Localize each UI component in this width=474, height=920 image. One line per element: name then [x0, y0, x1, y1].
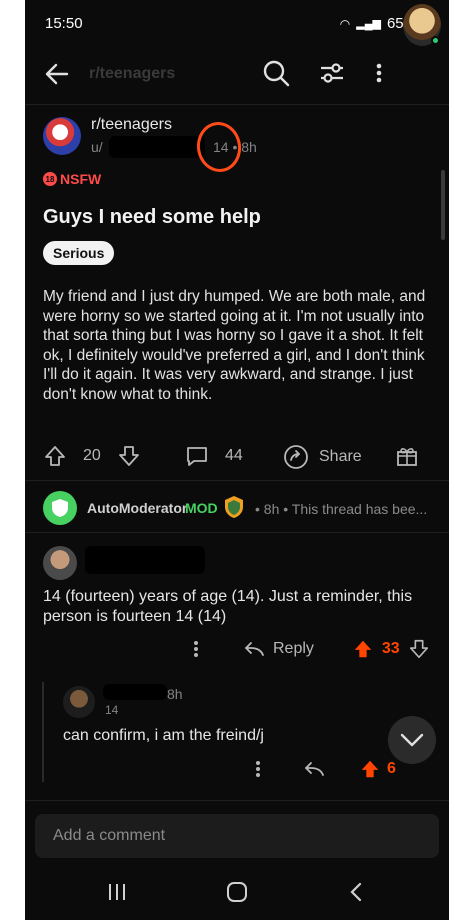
- automod-name: AutoModerator: [87, 500, 188, 516]
- subreddit-avatar[interactable]: [43, 117, 81, 155]
- back-arrow-icon[interactable]: [41, 58, 73, 90]
- reply-label: Reply: [273, 640, 314, 657]
- nsfw-icon: 18: [43, 172, 57, 186]
- comment-score: 33: [381, 640, 400, 657]
- post-action-bar: 20 44 Share: [25, 438, 449, 472]
- red-circle-annotation: [193, 119, 245, 175]
- automod-comment-row[interactable]: AutoModerator MOD • 8h • This thread has…: [25, 488, 449, 528]
- back-nav-icon[interactable]: [345, 880, 369, 904]
- reply-reply-icon[interactable]: [303, 759, 325, 779]
- post-subreddit[interactable]: r/teenagers: [91, 116, 172, 134]
- reply-actions: 6: [255, 758, 396, 780]
- reply-text: can confirm, i am the freind/j: [63, 727, 264, 744]
- reply-author-age: 14: [105, 703, 119, 717]
- collapse-thread-button[interactable]: [388, 716, 436, 764]
- comment-more-icon[interactable]: [193, 639, 209, 659]
- vote-group: 20: [43, 444, 141, 468]
- automod-divider: [25, 532, 449, 533]
- signal-icon: ▂▄▆: [356, 18, 381, 30]
- header-subreddit: r/teenagers: [89, 65, 176, 82]
- comment-bubble-icon: [185, 444, 209, 468]
- more-options-icon[interactable]: [369, 58, 389, 88]
- upvote-arrow-icon[interactable]: [43, 444, 67, 468]
- automod-meta: • 8h • This thread has bee...: [255, 501, 428, 517]
- comment-count: 44: [225, 447, 243, 464]
- comment-text: 14 (fourteen) years of age (14). Just a …: [43, 588, 413, 625]
- search-icon[interactable]: [261, 58, 291, 88]
- comments-button[interactable]: 44: [185, 444, 243, 468]
- home-icon[interactable]: [225, 880, 249, 904]
- reply-score: 6: [387, 760, 396, 777]
- reply-upvote-icon[interactable]: [359, 758, 381, 780]
- comment-actions: Reply 33: [193, 638, 430, 660]
- app-screen: 15:50 ◠ ▂▄▆ 65% r/teenagers r/teenagers …: [25, 0, 449, 920]
- gift-icon: [395, 444, 419, 468]
- recent-apps-icon[interactable]: [105, 880, 129, 904]
- status-time: 15:50: [45, 15, 83, 32]
- comment-downvote-icon[interactable]: [408, 638, 430, 660]
- redaction-mark: [103, 684, 167, 700]
- scrollbar[interactable]: [441, 170, 445, 240]
- post-age: 8h: [241, 139, 257, 155]
- wifi-icon: ◠: [339, 16, 351, 31]
- reply-age: 8h: [167, 686, 183, 702]
- top-nav: r/teenagers: [25, 46, 449, 102]
- mod-badge-icon: [223, 495, 245, 519]
- input-divider: [25, 800, 449, 801]
- comment-author-avatar[interactable]: [43, 546, 77, 580]
- nsfw-label: NSFW: [60, 171, 102, 187]
- downvote-arrow-icon[interactable]: [117, 444, 141, 468]
- share-label: Share: [319, 448, 362, 465]
- mod-tag: MOD: [185, 500, 218, 516]
- header-divider: [25, 104, 449, 105]
- nsfw-tag: 18 NSFW: [43, 171, 101, 187]
- post-score: 20: [83, 447, 101, 464]
- award-button[interactable]: [395, 444, 419, 468]
- redaction-mark: [85, 546, 205, 574]
- system-nav-bar: [25, 866, 449, 920]
- add-comment-input[interactable]: [35, 814, 439, 858]
- reply-button[interactable]: Reply: [243, 639, 314, 659]
- post-author-prefix[interactable]: u/: [91, 139, 103, 155]
- online-status-dot: [431, 36, 440, 45]
- share-icon: [283, 444, 309, 470]
- post-flair[interactable]: Serious: [43, 241, 115, 265]
- sort-filter-icon[interactable]: [317, 58, 347, 88]
- post-body: My friend and I just dry humped. We are …: [43, 288, 426, 403]
- reply-more-icon[interactable]: [255, 759, 261, 779]
- thread-line: [42, 682, 44, 782]
- redaction-mark: [109, 136, 205, 158]
- reply-author-avatar[interactable]: [63, 686, 95, 718]
- status-bar: 15:50 ◠ ▂▄▆ 65%: [25, 0, 449, 46]
- automod-avatar: [43, 491, 77, 525]
- comment-upvote-icon[interactable]: [352, 638, 374, 660]
- reply-arrow-icon: [243, 639, 265, 659]
- share-button[interactable]: Share: [283, 444, 362, 470]
- post-divider: [25, 480, 449, 481]
- post-title: Guys I need some help: [43, 206, 261, 228]
